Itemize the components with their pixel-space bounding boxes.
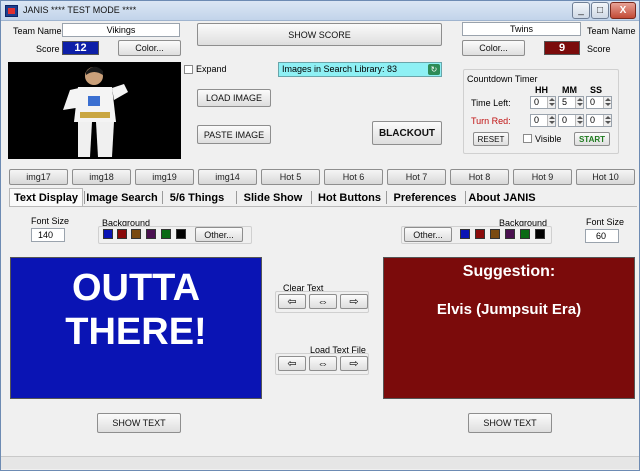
load-image-button[interactable]: LOAD IMAGE: [197, 89, 271, 107]
search-library-text: Images in Search Library: 83: [282, 64, 398, 74]
left-swatch-purple[interactable]: [146, 229, 156, 239]
right-other-color-button[interactable]: Other...: [404, 227, 452, 242]
right-text-display[interactable]: Suggestion: Elvis (Jumpsuit Era): [383, 257, 635, 399]
clear-both-arrow-icon[interactable]: ⇔: [309, 294, 337, 309]
tab-strip-border: [9, 206, 637, 207]
time-left-hh[interactable]: 0: [530, 96, 556, 109]
right-team-name-input[interactable]: Twins: [462, 22, 581, 36]
right-swatch-maroon[interactable]: [475, 229, 485, 239]
tab-hot-buttons[interactable]: Hot Buttons: [312, 189, 387, 206]
right-score-value[interactable]: 9: [544, 41, 580, 55]
maximize-button[interactable]: □: [591, 2, 609, 19]
visible-label: Visible: [535, 134, 562, 144]
turn-red-mm[interactable]: 0: [558, 114, 584, 127]
turn-red-label: Turn Red:: [471, 116, 511, 126]
left-color-button[interactable]: Color...: [118, 40, 181, 56]
right-score-label: Score: [587, 44, 611, 54]
expand-checkbox[interactable]: [184, 65, 193, 74]
left-score-label: Score: [36, 44, 60, 54]
blackout-button[interactable]: BLACKOUT: [372, 121, 442, 145]
right-show-text-button[interactable]: SHOW TEXT: [468, 413, 552, 433]
load-right-arrow-icon[interactable]: ⇨: [340, 356, 368, 371]
app-icon: [5, 5, 18, 17]
tab-image-search[interactable]: Image Search: [85, 189, 159, 206]
image-preview[interactable]: [8, 62, 181, 159]
right-swatch-purple[interactable]: [505, 229, 515, 239]
left-swatch-black[interactable]: [176, 229, 186, 239]
time-left-mm[interactable]: 5: [558, 96, 584, 109]
close-button[interactable]: X: [610, 2, 636, 19]
right-swatch-brown[interactable]: [490, 229, 500, 239]
col-hh-label: HH: [535, 85, 548, 95]
col-ss-label: SS: [590, 85, 603, 95]
left-swatch-blue[interactable]: [103, 229, 113, 239]
slot-button-img18[interactable]: img18: [72, 169, 131, 185]
title-bar: JANIS **** TEST MODE **** _ □ X: [1, 1, 639, 21]
time-left-label: Time Left:: [471, 98, 511, 108]
slot-button-img14[interactable]: img14: [198, 169, 257, 185]
paste-image-button[interactable]: PASTE IMAGE: [197, 125, 271, 144]
right-swatch-black[interactable]: [535, 229, 545, 239]
clear-left-arrow-icon[interactable]: ⇦: [278, 294, 306, 309]
slot-button-img19[interactable]: img19: [135, 169, 194, 185]
right-font-size-label: Font Size: [586, 217, 625, 227]
left-team-name-label: Team Name: [13, 26, 62, 36]
right-font-size-input[interactable]: 60: [585, 229, 619, 243]
tab-separator: [236, 191, 237, 204]
load-left-arrow-icon[interactable]: ⇦: [278, 356, 306, 371]
window-title: JANIS **** TEST MODE ****: [23, 5, 137, 15]
search-library-status: Images in Search Library: 83 ↻: [278, 62, 442, 77]
right-team-name-label: Team Name: [587, 26, 636, 36]
countdown-title: Countdown Timer: [467, 74, 538, 84]
left-font-size-input[interactable]: 140: [31, 228, 65, 242]
horizontal-scrollbar[interactable]: [1, 456, 639, 469]
left-swatch-brown[interactable]: [131, 229, 141, 239]
slot-button-hot8[interactable]: Hot 8: [450, 169, 509, 185]
left-display-line-2: THERE!: [65, 311, 207, 353]
right-swatch-green[interactable]: [520, 229, 530, 239]
left-score-value[interactable]: 12: [62, 41, 99, 55]
tab-5-6-things[interactable]: 5/6 Things: [163, 189, 231, 206]
slot-button-hot9[interactable]: Hot 9: [513, 169, 572, 185]
clear-right-arrow-icon[interactable]: ⇨: [340, 294, 368, 309]
app-window: JANIS **** TEST MODE **** _ □ X Team Nam…: [0, 0, 640, 471]
left-other-color-button[interactable]: Other...: [195, 227, 243, 242]
left-swatch-maroon[interactable]: [117, 229, 127, 239]
slot-button-hot10[interactable]: Hot 10: [576, 169, 635, 185]
right-swatch-blue[interactable]: [460, 229, 470, 239]
left-display-line-1: OUTTA: [71, 267, 201, 309]
tab-slide-show[interactable]: Slide Show: [238, 189, 308, 206]
right-display-line-2: Elvis (Jumpsuit Era): [436, 301, 582, 318]
col-mm-label: MM: [562, 85, 577, 95]
left-team-name-input[interactable]: Vikings: [62, 23, 180, 37]
tab-preferences[interactable]: Preferences: [387, 189, 463, 206]
load-both-arrow-icon[interactable]: ⇔: [309, 356, 337, 371]
reset-button[interactable]: RESET: [473, 132, 509, 146]
minimize-button[interactable]: _: [572, 2, 590, 19]
left-swatch-green[interactable]: [161, 229, 171, 239]
right-display-line-1: Suggestion:: [462, 263, 556, 280]
refresh-icon[interactable]: ↻: [428, 64, 440, 75]
slot-button-img17[interactable]: img17: [9, 169, 68, 185]
expand-label: Expand: [196, 64, 227, 74]
tab-about-janis[interactable]: About JANIS: [466, 189, 538, 206]
right-color-button[interactable]: Color...: [462, 40, 525, 56]
left-font-size-label: Font Size: [31, 216, 70, 226]
start-button[interactable]: START: [574, 132, 610, 146]
performer-image: [8, 62, 181, 159]
tab-text-display[interactable]: Text Display: [9, 189, 83, 206]
visible-checkbox[interactable]: [523, 134, 532, 143]
slot-button-hot5[interactable]: Hot 5: [261, 169, 320, 185]
time-left-ss[interactable]: 0: [586, 96, 612, 109]
turn-red-ss[interactable]: 0: [586, 114, 612, 127]
slot-button-hot7[interactable]: Hot 7: [387, 169, 446, 185]
slot-button-hot6[interactable]: Hot 6: [324, 169, 383, 185]
left-show-text-button[interactable]: SHOW TEXT: [97, 413, 181, 433]
turn-red-hh[interactable]: 0: [530, 114, 556, 127]
left-text-display[interactable]: OUTTA THERE!: [10, 257, 262, 399]
show-score-button[interactable]: SHOW SCORE: [197, 23, 442, 46]
